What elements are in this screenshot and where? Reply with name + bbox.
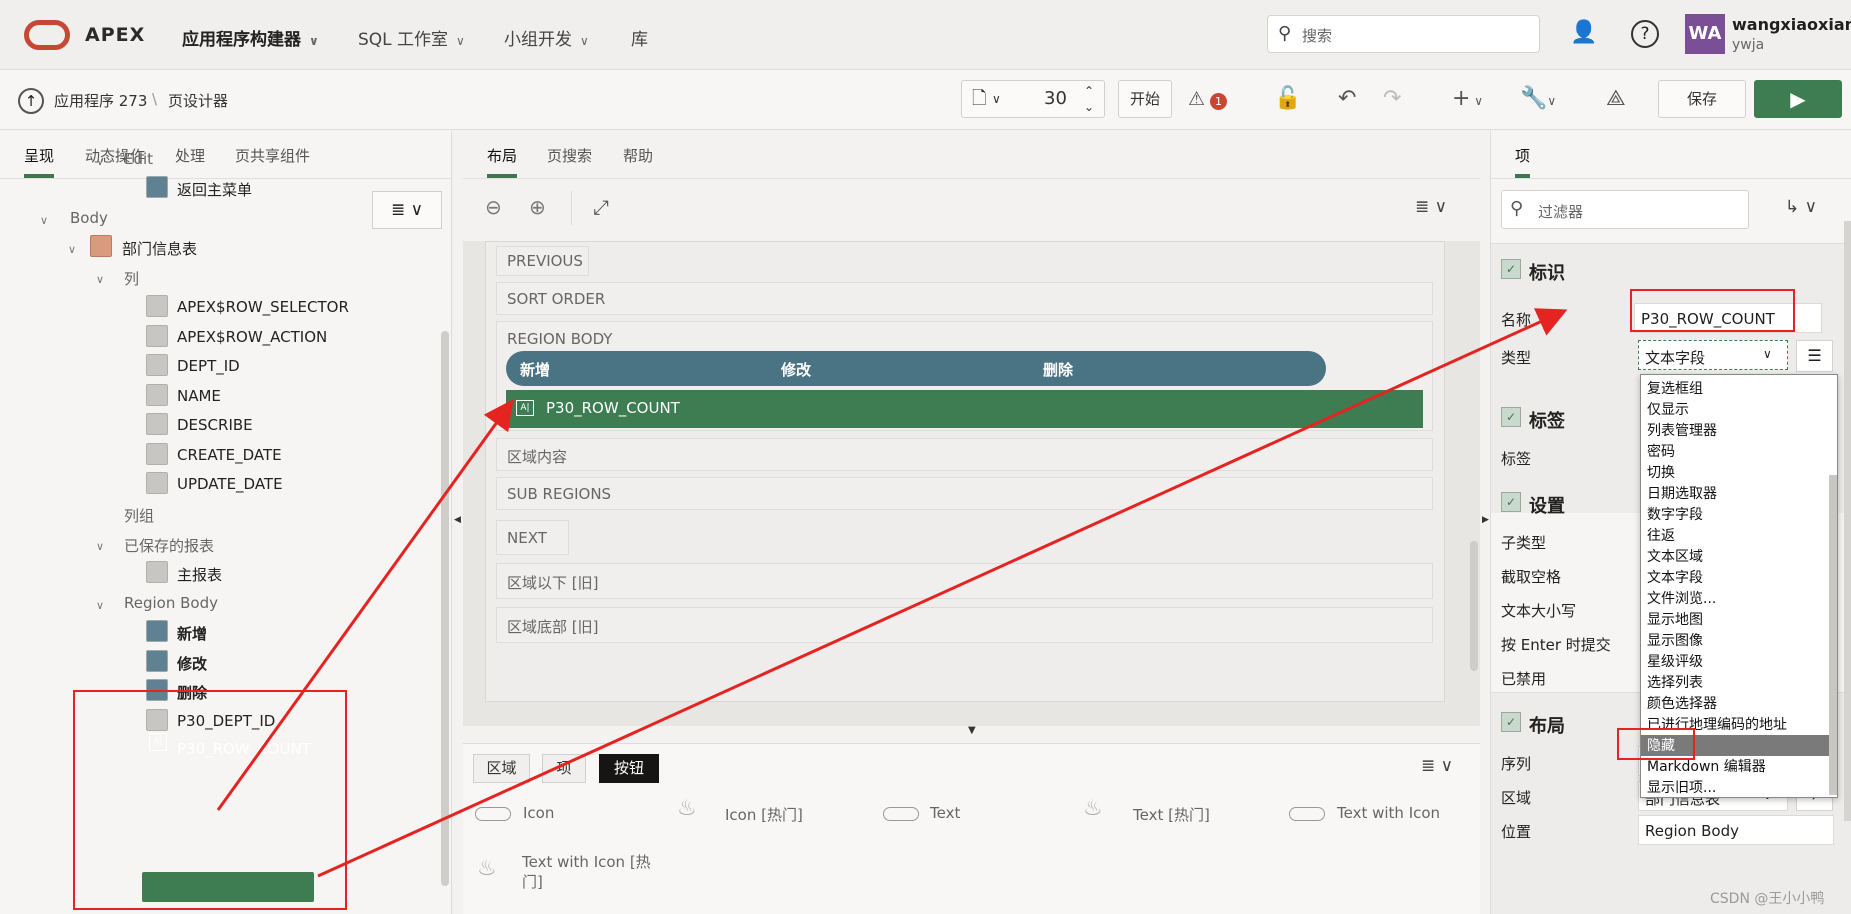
annotation-arrows (216, 308, 1568, 878)
watermark: CSDN @王小小鸭 (1710, 891, 1825, 907)
arrow-to-layout-button (216, 399, 514, 811)
arrow-to-name-field (317, 308, 1568, 878)
